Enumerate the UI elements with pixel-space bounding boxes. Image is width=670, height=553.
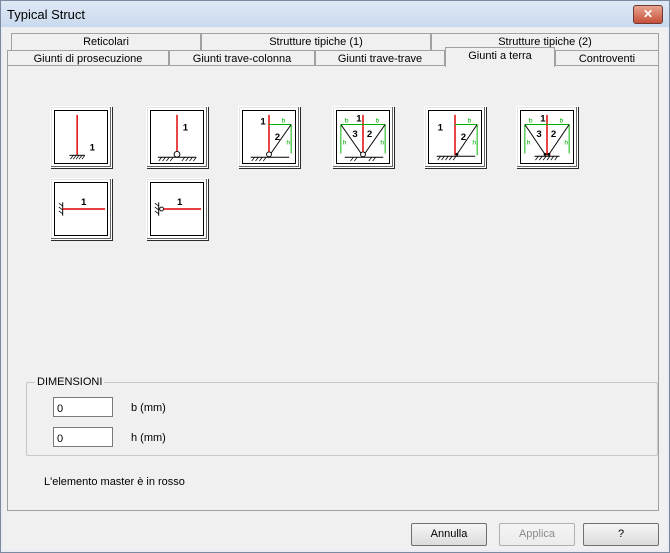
h-unit-label: h (mm)	[131, 432, 166, 444]
fixed-column-base-icon: 1	[54, 110, 108, 164]
braced-column-fixed-button[interactable]: 1 2 b h	[424, 106, 486, 168]
icon5-label-b: b	[468, 118, 472, 125]
h-input[interactable]	[53, 427, 113, 447]
dialog-client: Reticolari Strutture tipiche (1) Struttu…	[3, 28, 667, 550]
icon5-label-1: 1	[438, 122, 444, 133]
dimensions-group: DIMENSIONI b (mm) h (mm)	[26, 376, 658, 456]
master-note: L'elemento master è in rosso	[44, 476, 185, 488]
double-braced-column-fixed-icon: 1 2 3 b b h h	[520, 110, 574, 164]
icon4-label-2: 2	[367, 129, 372, 140]
icon6-label-3: 3	[536, 129, 541, 140]
beam-hinged-wall-icon: 1	[150, 182, 204, 236]
apply-button[interactable]: Applica	[499, 523, 575, 546]
hinged-column-base-icon: 1	[150, 110, 204, 164]
title-bar: Typical Struct ✕	[1, 1, 669, 27]
tab-strutture-tipiche-1[interactable]: Strutture tipiche (1)	[201, 33, 431, 50]
help-button[interactable]: ?	[583, 523, 659, 546]
b-input[interactable]	[53, 397, 113, 417]
icon2-label: 1	[183, 122, 189, 133]
beam-hinged-wall-button[interactable]: 1	[146, 178, 208, 240]
icon3-label-2: 2	[275, 132, 280, 143]
hinged-column-base-button[interactable]: 1	[146, 106, 208, 168]
icon5-label-2: 2	[461, 132, 466, 143]
icon4-label-h1: h	[343, 140, 347, 147]
braced-column-hinge-button[interactable]: 1 2 b h	[238, 106, 300, 168]
dimensions-label: DIMENSIONI	[35, 376, 105, 388]
icon3-label-h: h	[286, 140, 290, 147]
icon4-label-b2: b	[376, 118, 380, 125]
double-braced-column-hinge-button[interactable]: 1 2 3 b b h h	[332, 106, 394, 168]
icon5-label-h: h	[472, 140, 476, 147]
icon6-label-2: 2	[551, 129, 556, 140]
icon6-label-b1: b	[529, 118, 533, 125]
dialog-window: Typical Struct ✕ Reticolari Strutture ti…	[0, 0, 670, 553]
icon3-label-1: 1	[260, 116, 266, 127]
icon6-label-h2: h	[564, 140, 568, 147]
icon6-label-h1: h	[527, 140, 531, 147]
close-button[interactable]: ✕	[633, 5, 663, 24]
cancel-button[interactable]: Annulla	[411, 523, 487, 546]
icon3-label-b: b	[282, 118, 286, 125]
braced-column-hinge-icon: 1 2 b h	[242, 110, 296, 164]
b-unit-label: b (mm)	[131, 402, 166, 414]
icon4-label-3: 3	[352, 129, 357, 140]
icon1-label: 1	[90, 142, 96, 153]
window-title: Typical Struct	[7, 7, 86, 22]
close-icon: ✕	[642, 7, 654, 21]
tab-giunti-a-terra[interactable]: Giunti a terra	[445, 47, 555, 67]
icon7-label: 1	[81, 197, 87, 208]
double-braced-column-hinge-icon: 1 2 3 b b h h	[336, 110, 390, 164]
beam-fixed-wall-button[interactable]: 1	[50, 178, 112, 240]
beam-fixed-wall-icon: 1	[54, 182, 108, 236]
icon4-label-1: 1	[356, 114, 362, 125]
braced-column-fixed-icon: 1 2 b h	[428, 110, 482, 164]
icon4-label-h2: h	[380, 140, 384, 147]
fixed-column-base-button[interactable]: 1	[50, 106, 112, 168]
tab-reticolari[interactable]: Reticolari	[11, 33, 201, 50]
icon4-label-b1: b	[345, 118, 349, 125]
icon8-label: 1	[177, 197, 183, 208]
double-braced-column-fixed-button[interactable]: 1 2 3 b b h h	[516, 106, 578, 168]
tab-panel: 1 1 1 2 b h 1 2 3 b b h h 1 2 b h 1 2 3 …	[7, 65, 659, 511]
icon6-label-b2: b	[560, 118, 564, 125]
icon6-label-1: 1	[540, 114, 546, 125]
